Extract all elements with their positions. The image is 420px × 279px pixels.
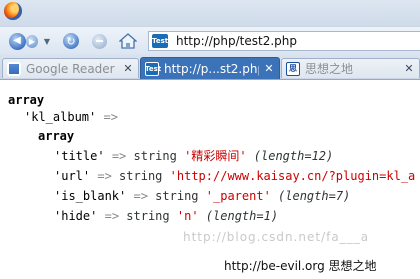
entry-value: '精彩瞬间'	[184, 149, 247, 163]
footer-brand: http://be-evil.org 思想之地	[222, 257, 379, 274]
outer-key-row: 'kl_album' =>	[24, 109, 118, 125]
tab-label: Google Reader	[26, 61, 115, 76]
arrow: =>	[111, 149, 127, 163]
google-reader-favicon-icon	[7, 61, 21, 76]
back-button[interactable]: ◀	[8, 32, 26, 50]
test-favicon-icon: Test	[145, 61, 161, 76]
tab-test2-php[interactable]: Test http://p...st2.php ✕	[140, 57, 280, 79]
inner-array-keyword: array	[38, 129, 75, 143]
history-dropdown-button[interactable]: ▼	[42, 32, 52, 50]
entry-key: 'is_blank'	[54, 189, 127, 203]
entry-type: string	[126, 209, 170, 223]
entry-length: (length=1)	[205, 209, 279, 223]
sixiang-favicon-icon: 思	[286, 61, 300, 76]
entry-length: (length=7)	[278, 189, 351, 203]
entry-key: 'title'	[54, 149, 105, 163]
watermark: http://blog.csdn.net/fa___a	[183, 230, 370, 244]
home-button[interactable]	[118, 32, 138, 50]
forward-arrow-icon: ▶	[26, 34, 38, 48]
entry-value: '_parent'	[205, 189, 271, 203]
entry-key: 'hide'	[54, 209, 98, 223]
arrow: =>	[133, 189, 148, 203]
tab-label: 思想之地	[305, 62, 354, 76]
forward-button[interactable]: ▶	[26, 32, 38, 50]
reload-button[interactable]: ↻	[62, 32, 80, 50]
firefox-logo-icon	[4, 2, 22, 20]
entry-type: string	[119, 169, 163, 183]
chevron-down-icon: ▼	[43, 36, 51, 46]
array-keyword: array	[8, 93, 45, 107]
tab-label: http://p...st2.php	[164, 61, 259, 76]
arrow: =>	[104, 209, 120, 223]
navigation-toolbar: ◀ ▶ ▼ ↻ Test http://php/test2.php	[0, 26, 420, 55]
address-bar[interactable]: Test http://php/test2.php	[148, 31, 420, 51]
arrow: =>	[97, 169, 112, 183]
close-icon[interactable]: ✕	[263, 62, 275, 75]
entry-value: 'n'	[176, 209, 199, 223]
site-favicon-icon: Test	[152, 34, 168, 48]
entry-type: string	[133, 149, 177, 163]
tab-sixiang[interactable]: 思 思想之地 ✕	[281, 58, 420, 78]
reload-icon: ↻	[63, 33, 79, 49]
close-icon[interactable]: ✕	[122, 62, 134, 75]
dump-row: 'url' => string 'http://www.kaisay.cn/?p…	[54, 168, 415, 184]
dump-row: 'hide' => string 'n' (length=1)	[54, 208, 278, 224]
dump-row: 'title' => string '精彩瞬间' (length=12)	[54, 148, 333, 164]
dump-row: 'is_blank' => string '_parent' (length=7…	[54, 188, 350, 204]
tab-google-reader[interactable]: Google Reader ✕	[2, 58, 139, 78]
arrow: =>	[103, 110, 118, 124]
url-text[interactable]: http://php/test2.php	[176, 34, 297, 48]
entry-length: (length=12)	[253, 149, 334, 163]
outer-key: 'kl_album'	[24, 110, 97, 124]
entry-key: 'url'	[54, 169, 91, 183]
page-content: array 'kl_album' => array 'title' => str…	[0, 80, 420, 279]
home-icon	[119, 33, 137, 49]
back-arrow-icon: ◀	[8, 32, 26, 50]
stop-button[interactable]	[90, 32, 108, 50]
close-icon[interactable]: ✕	[403, 62, 415, 75]
title-strip	[0, 0, 420, 26]
entry-type: string	[155, 189, 199, 203]
stop-icon	[91, 33, 107, 49]
entry-value: 'http://www.kaisay.cn/?plugin=kl_a	[169, 169, 416, 183]
tab-bar: Google Reader ✕ Test http://p...st2.php …	[0, 55, 420, 80]
